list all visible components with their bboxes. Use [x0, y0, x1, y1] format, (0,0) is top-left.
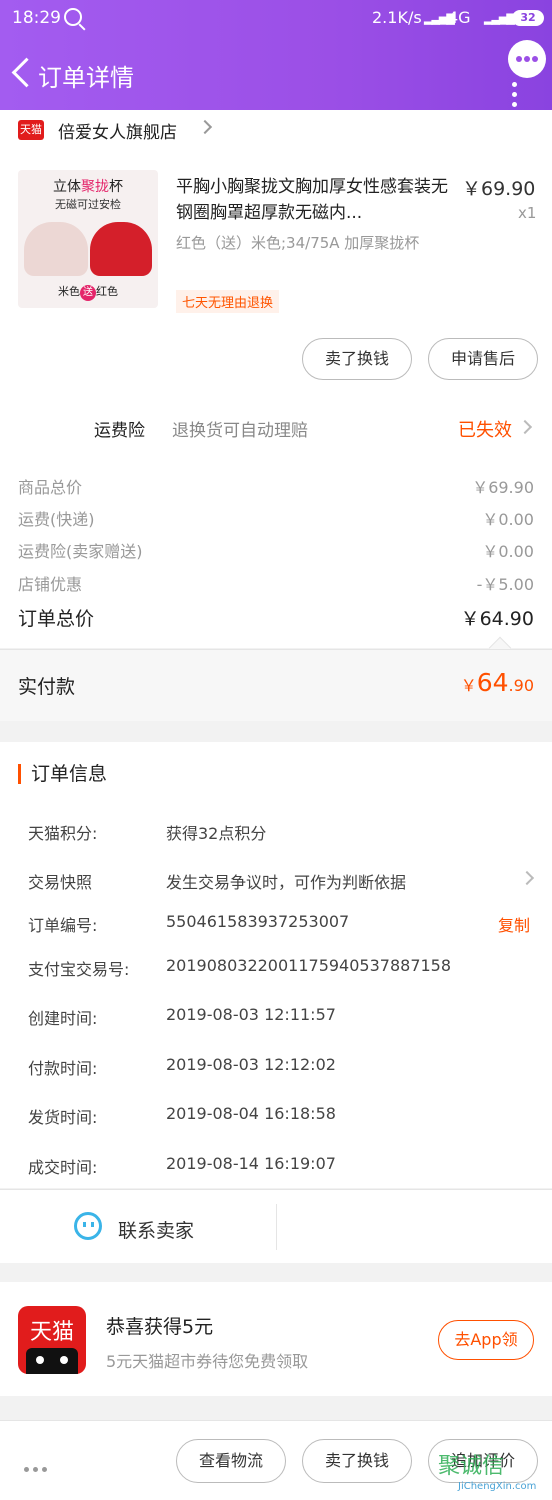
net-speed: 2.1K/s: [372, 8, 422, 27]
back-arrow-icon[interactable]: [10, 58, 32, 90]
cost-summary: 商品总价 ￥69.90 运费(快递) ￥0.00 运费险(卖家赠送) ￥0.00 店铺…: [0, 458, 552, 660]
product-price: ￥69.90: [462, 178, 536, 200]
cost-row: 商品总价 ￥69.90: [18, 478, 534, 497]
signal-icon-2: ▂▃▅▇: [484, 12, 515, 25]
cost-row: 运费(快递) ￥0.00: [18, 510, 534, 529]
chevron-right-icon: [519, 870, 535, 886]
divider: [276, 1204, 277, 1250]
order-item: 立体聚拢杯 无磁可过安检 米色送红色 平胸小胸聚拢文胸加厚女性感套装无钢圈胸罩超…: [0, 146, 552, 398]
battery-icon: 32: [512, 10, 544, 26]
insurance-desc: 退换货可自动理赔: [172, 421, 308, 441]
app-header: 18:29 2.1K/s ▂▃▅▇ 4G ▂▃▅▇ 32 订单详情: [0, 0, 552, 110]
watermark: 聚诚信 JiChengXin.com: [438, 1454, 537, 1492]
promo-card: 天猫 恭喜获得5元 5元天猫超市券待您免费领取 去App领: [0, 1282, 552, 1396]
product-image[interactable]: 立体聚拢杯 无磁可过安检 米色送红色: [18, 170, 158, 308]
shop-name[interactable]: 倍爱女人旗舰店: [58, 118, 177, 143]
copy-button[interactable]: 复制: [498, 912, 530, 936]
cost-row: 运费险(卖家赠送) ￥0.00: [18, 542, 534, 561]
more-dots-icon[interactable]: [24, 1457, 51, 1476]
search-icon: [64, 8, 82, 26]
insurance-label: 运费险: [94, 421, 145, 441]
tmall-cat-logo: 天猫: [18, 1306, 86, 1374]
paid-label: 实付款: [18, 676, 76, 698]
order-total: 订单总价 ￥64.90: [18, 608, 534, 630]
chat-face-icon[interactable]: [74, 1212, 102, 1240]
contact-seller-button[interactable]: 联系卖家: [118, 1216, 194, 1243]
contact-seller-bar: 联系卖家: [0, 1189, 552, 1263]
claim-in-app-button[interactable]: 去App领: [438, 1320, 534, 1360]
section-title: 订单信息: [18, 764, 107, 784]
tmall-logo: 天猫: [18, 120, 44, 140]
promo-title: 恭喜获得5元: [106, 1316, 214, 1338]
sell-button[interactable]: 卖了换钱: [302, 338, 412, 380]
bra-red-shape: [90, 222, 152, 276]
status-time: 18:29: [12, 8, 61, 28]
actual-payment: 实付款 ￥64.90: [0, 649, 552, 721]
nav-bar: 订单详情: [0, 40, 552, 107]
order-info-section: 订单信息 天猫积分: 获得32点积分 交易快照 发生交易争议时，可作为判断依据 订单…: [0, 742, 552, 1188]
product-image-headline: 立体聚拢杯: [53, 179, 123, 195]
shipping-insurance-row[interactable]: 运费险 退换货可自动理赔 已失效: [0, 398, 552, 458]
more-menu-icon[interactable]: [508, 40, 546, 78]
chevron-right-icon: [197, 119, 213, 135]
aftersale-button[interactable]: 申请售后: [428, 338, 538, 380]
insurance-status: 已失效: [458, 420, 512, 441]
return-policy-tag: 七天无理由退换: [176, 290, 280, 313]
overflow-dots-icon[interactable]: [512, 82, 518, 112]
page-title: 订单详情: [38, 64, 134, 92]
product-quantity: x1: [518, 204, 537, 222]
cat-face-icon: [26, 1348, 78, 1374]
bra-beige-shape: [24, 222, 88, 276]
sell-button-bottom[interactable]: 卖了换钱: [302, 1439, 412, 1483]
view-logistics-button[interactable]: 查看物流: [176, 1439, 286, 1483]
product-title[interactable]: 平胸小胸聚拢文胸加厚女性感套装无钢圈胸罩超厚款无磁内...: [176, 174, 451, 226]
product-sku: 红色（送）米色;34/75A 加厚聚拢杯: [176, 234, 420, 252]
chevron-right-icon: [517, 419, 533, 435]
product-image-subline: 无磁可过安检: [55, 198, 121, 211]
network-type: 4G: [448, 8, 471, 27]
status-bar: 18:29 2.1K/s ▂▃▅▇ 4G ▂▃▅▇ 32: [0, 0, 552, 38]
shop-row[interactable]: 天猫 倍爱女人旗舰店: [0, 110, 552, 146]
product-image-caption: 米色送红色: [18, 283, 158, 301]
promo-subtitle: 5元天猫超市券待您免费领取: [106, 1352, 309, 1371]
cost-row: 店铺优惠 -￥5.00: [18, 575, 534, 594]
paid-amount: ￥64.90: [460, 668, 534, 697]
